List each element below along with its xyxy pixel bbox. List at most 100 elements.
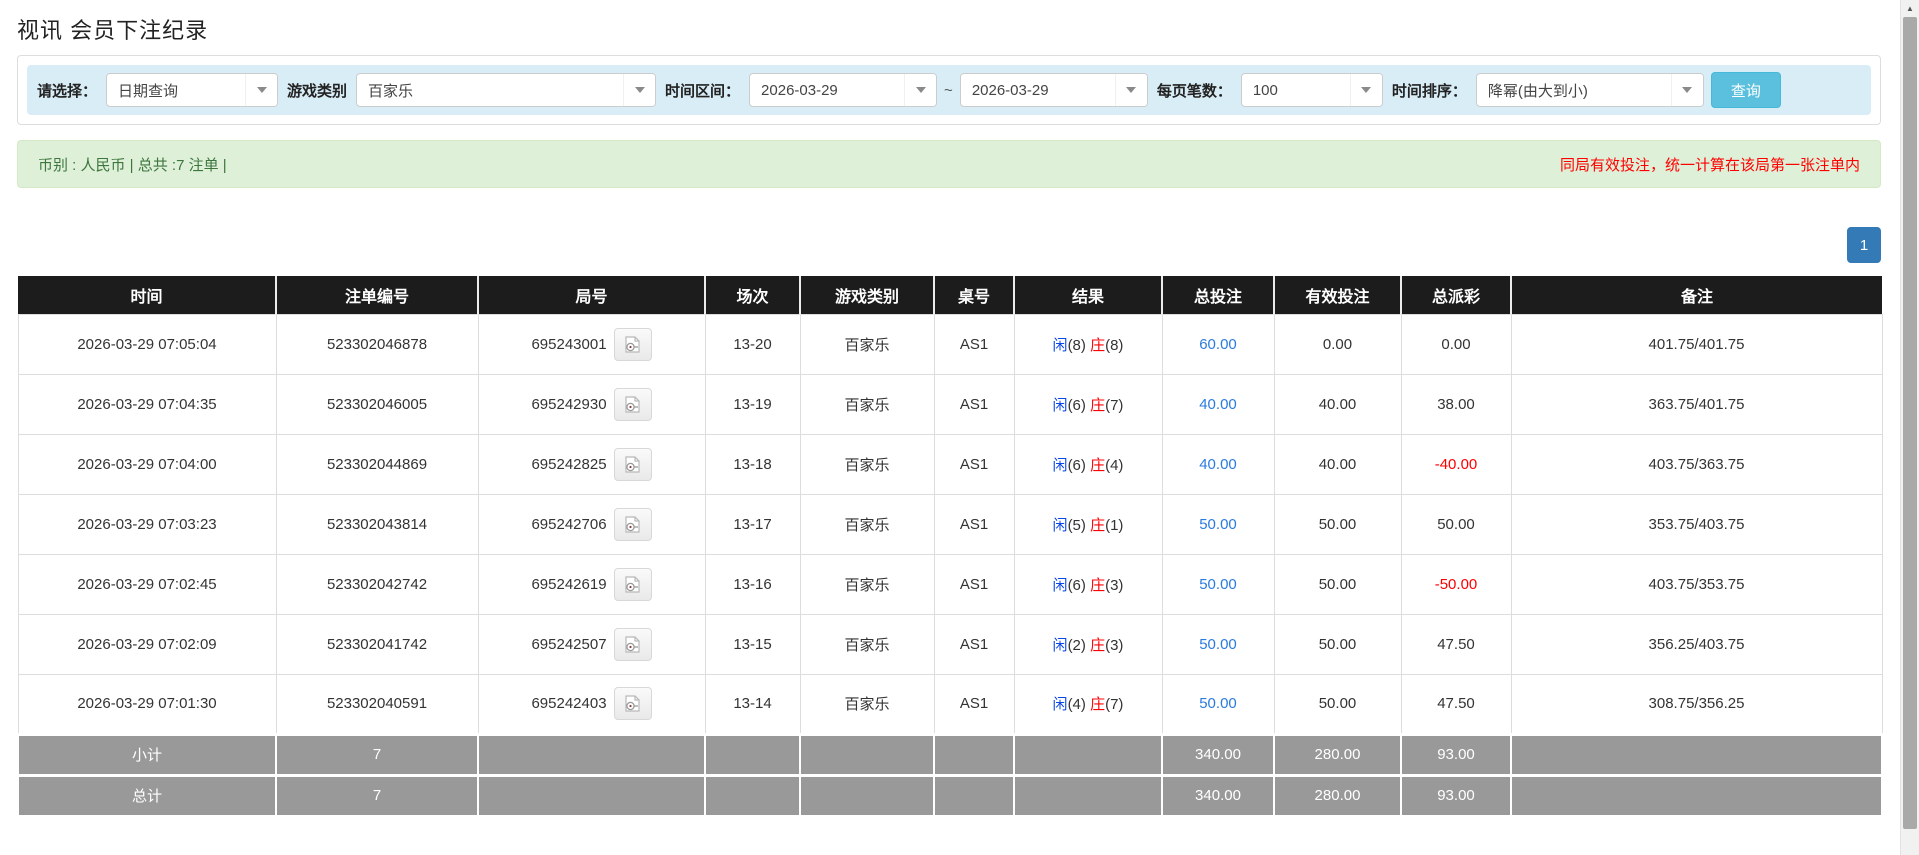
cell-time: 2026-03-29 07:03:23 [17,493,277,555]
cell-time: 2026-03-29 07:04:00 [17,433,277,495]
round-video-replay-button[interactable] [613,687,652,720]
grand-total-row: 总计 7 340.00 280.00 93.00 [17,773,1883,818]
cell-result: 闲(4) 庄(7) [1013,673,1163,735]
cell-round-id: 695242706 [477,493,706,555]
valid-bet-warning-text: 同局有效投注，统一计算在该局第一张注单内 [1559,156,1860,174]
cell-bet-id: 523302044869 [275,433,479,495]
cell-game-type: 百家乐 [799,613,935,675]
cell-valid-bet: 40.00 [1273,433,1402,495]
sort-order-label: 时间排序： [1391,82,1467,100]
subtotal-payout: 93.00 [1400,732,1512,777]
cell-payout: 0.00 [1400,313,1512,375]
date-to-select[interactable]: 2026-03-29 [959,73,1148,107]
round-video-replay-button[interactable] [613,387,652,421]
cell-bet-id: 523302042742 [275,553,479,615]
cell-total-bet: 50.00 [1161,493,1275,555]
cell-valid-bet: 50.00 [1273,673,1402,735]
cell-remark: 356.25/403.75 [1510,613,1883,675]
game-type-label: 游戏类别 [287,82,348,100]
round-video-replay-button[interactable] [613,447,652,481]
cell-remark: 353.75/403.75 [1510,493,1883,555]
cell-round-id: 695242930 [477,373,706,435]
subtotal-count: 7 [275,732,479,777]
total-bet-link[interactable]: 50.00 [1199,516,1237,533]
subtotal-total-bet: 340.00 [1161,732,1275,777]
search-button[interactable]: 查询 [1710,72,1781,108]
cell-time: 2026-03-29 07:01:30 [17,673,277,735]
col-header-round-id: 局号 [477,276,705,314]
cell-payout: 50.00 [1400,493,1512,555]
cell-result: 闲(5) 庄(1) [1013,493,1163,555]
currency-total-text: 币别 : 人民币 | 总共 :7 注单 | [38,156,227,174]
col-header-payout: 总派彩 [1400,276,1511,314]
subtotal-valid-bet: 280.00 [1273,732,1402,777]
cell-round-id: 695242619 [477,553,706,615]
page-size-select[interactable]: 100 [1240,73,1383,107]
cell-valid-bet: 50.00 [1273,493,1402,555]
col-header-table-no: 桌号 [933,276,1014,314]
total-bet-link[interactable]: 50.00 [1199,695,1237,712]
cell-remark: 403.75/353.75 [1510,553,1883,615]
filter-panel: 请选择： 日期查询 游戏类别 百家乐 时间区间： 2026-03-29 ~ 20… [17,55,1881,125]
select-mode-label: 请选择： [37,82,98,100]
cell-total-bet: 50.00 [1161,613,1275,675]
total-bet-link[interactable]: 50.00 [1199,576,1237,593]
cell-remark: 363.75/401.75 [1510,373,1883,435]
round-video-replay-button[interactable] [613,327,652,361]
cell-valid-bet: 40.00 [1273,373,1402,435]
cell-bet-id: 523302043814 [275,493,479,555]
cell-result: 闲(6) 庄(3) [1013,553,1163,615]
total-bet-link[interactable]: 40.00 [1199,456,1237,473]
sort-order-select[interactable]: 降幂(由大到小) [1475,73,1704,107]
date-from-select[interactable]: 2026-03-29 [749,73,938,107]
col-header-total-bet: 总投注 [1161,276,1274,314]
cell-round-id: 695242507 [477,613,706,675]
cell-session: 13-20 [704,313,801,375]
table-body: 2026-03-29 07:05:04 523302046878 6952430… [17,313,1883,735]
cell-session: 13-17 [704,493,801,555]
table-row: 2026-03-29 07:04:00 523302044869 6952428… [17,433,1883,495]
col-header-time: 时间 [18,276,276,314]
cell-round-id: 695242403 [477,673,706,735]
round-video-replay-button[interactable] [613,627,652,661]
cell-payout: -50.00 [1400,553,1512,615]
cell-time: 2026-03-29 07:02:45 [17,553,277,615]
total-bet-link[interactable]: 60.00 [1199,336,1237,353]
video-record-icon [625,635,640,653]
scrollbar-up-arrow-icon[interactable]: ▲ [1901,0,1919,17]
game-type-select[interactable]: 百家乐 [356,73,657,107]
cell-payout: -40.00 [1400,433,1512,495]
vertical-scrollbar[interactable]: ▲ [1900,0,1919,855]
query-mode-select[interactable]: 日期查询 [106,73,279,107]
cell-total-bet: 50.00 [1161,673,1275,735]
cell-game-type: 百家乐 [799,373,935,435]
cell-remark: 403.75/363.75 [1510,433,1883,495]
video-record-icon [625,455,640,473]
cell-valid-bet: 50.00 [1273,613,1402,675]
filter-strip: 请选择： 日期查询 游戏类别 百家乐 时间区间： 2026-03-29 ~ 20… [27,65,1871,115]
cell-result: 闲(8) 庄(8) [1013,313,1163,375]
scrollbar-thumb[interactable] [1903,17,1917,829]
total-count: 7 [275,773,479,818]
table-row: 2026-03-29 07:02:09 523302041742 6952425… [17,613,1883,675]
cell-game-type: 百家乐 [799,553,935,615]
chevron-down-icon [623,74,656,106]
total-bet-link[interactable]: 50.00 [1199,636,1237,653]
cell-session: 13-15 [704,613,801,675]
cell-remark: 308.75/356.25 [1510,673,1883,735]
total-bet-link[interactable]: 40.00 [1199,396,1237,413]
video-record-icon [625,515,640,533]
pagination-page-1-button[interactable]: 1 [1847,227,1881,263]
cell-time: 2026-03-29 07:04:35 [17,373,277,435]
page-size-label: 每页笔数： [1156,82,1232,100]
round-video-replay-button[interactable] [613,507,652,541]
col-header-session: 场次 [704,276,800,314]
cell-result: 闲(2) 庄(3) [1013,613,1163,675]
cell-time: 2026-03-29 07:05:04 [17,313,277,375]
cell-valid-bet: 0.00 [1273,313,1402,375]
subtotal-label: 小计 [17,732,277,777]
round-video-replay-button[interactable] [613,567,652,601]
page-title: 视讯 会员下注纪录 [17,18,209,43]
cell-round-id: 695242825 [477,433,706,495]
bet-records-table: 时间 注单编号 局号 场次 游戏类别 桌号 结果 总投注 有效投注 总派彩 备注… [17,276,1883,818]
